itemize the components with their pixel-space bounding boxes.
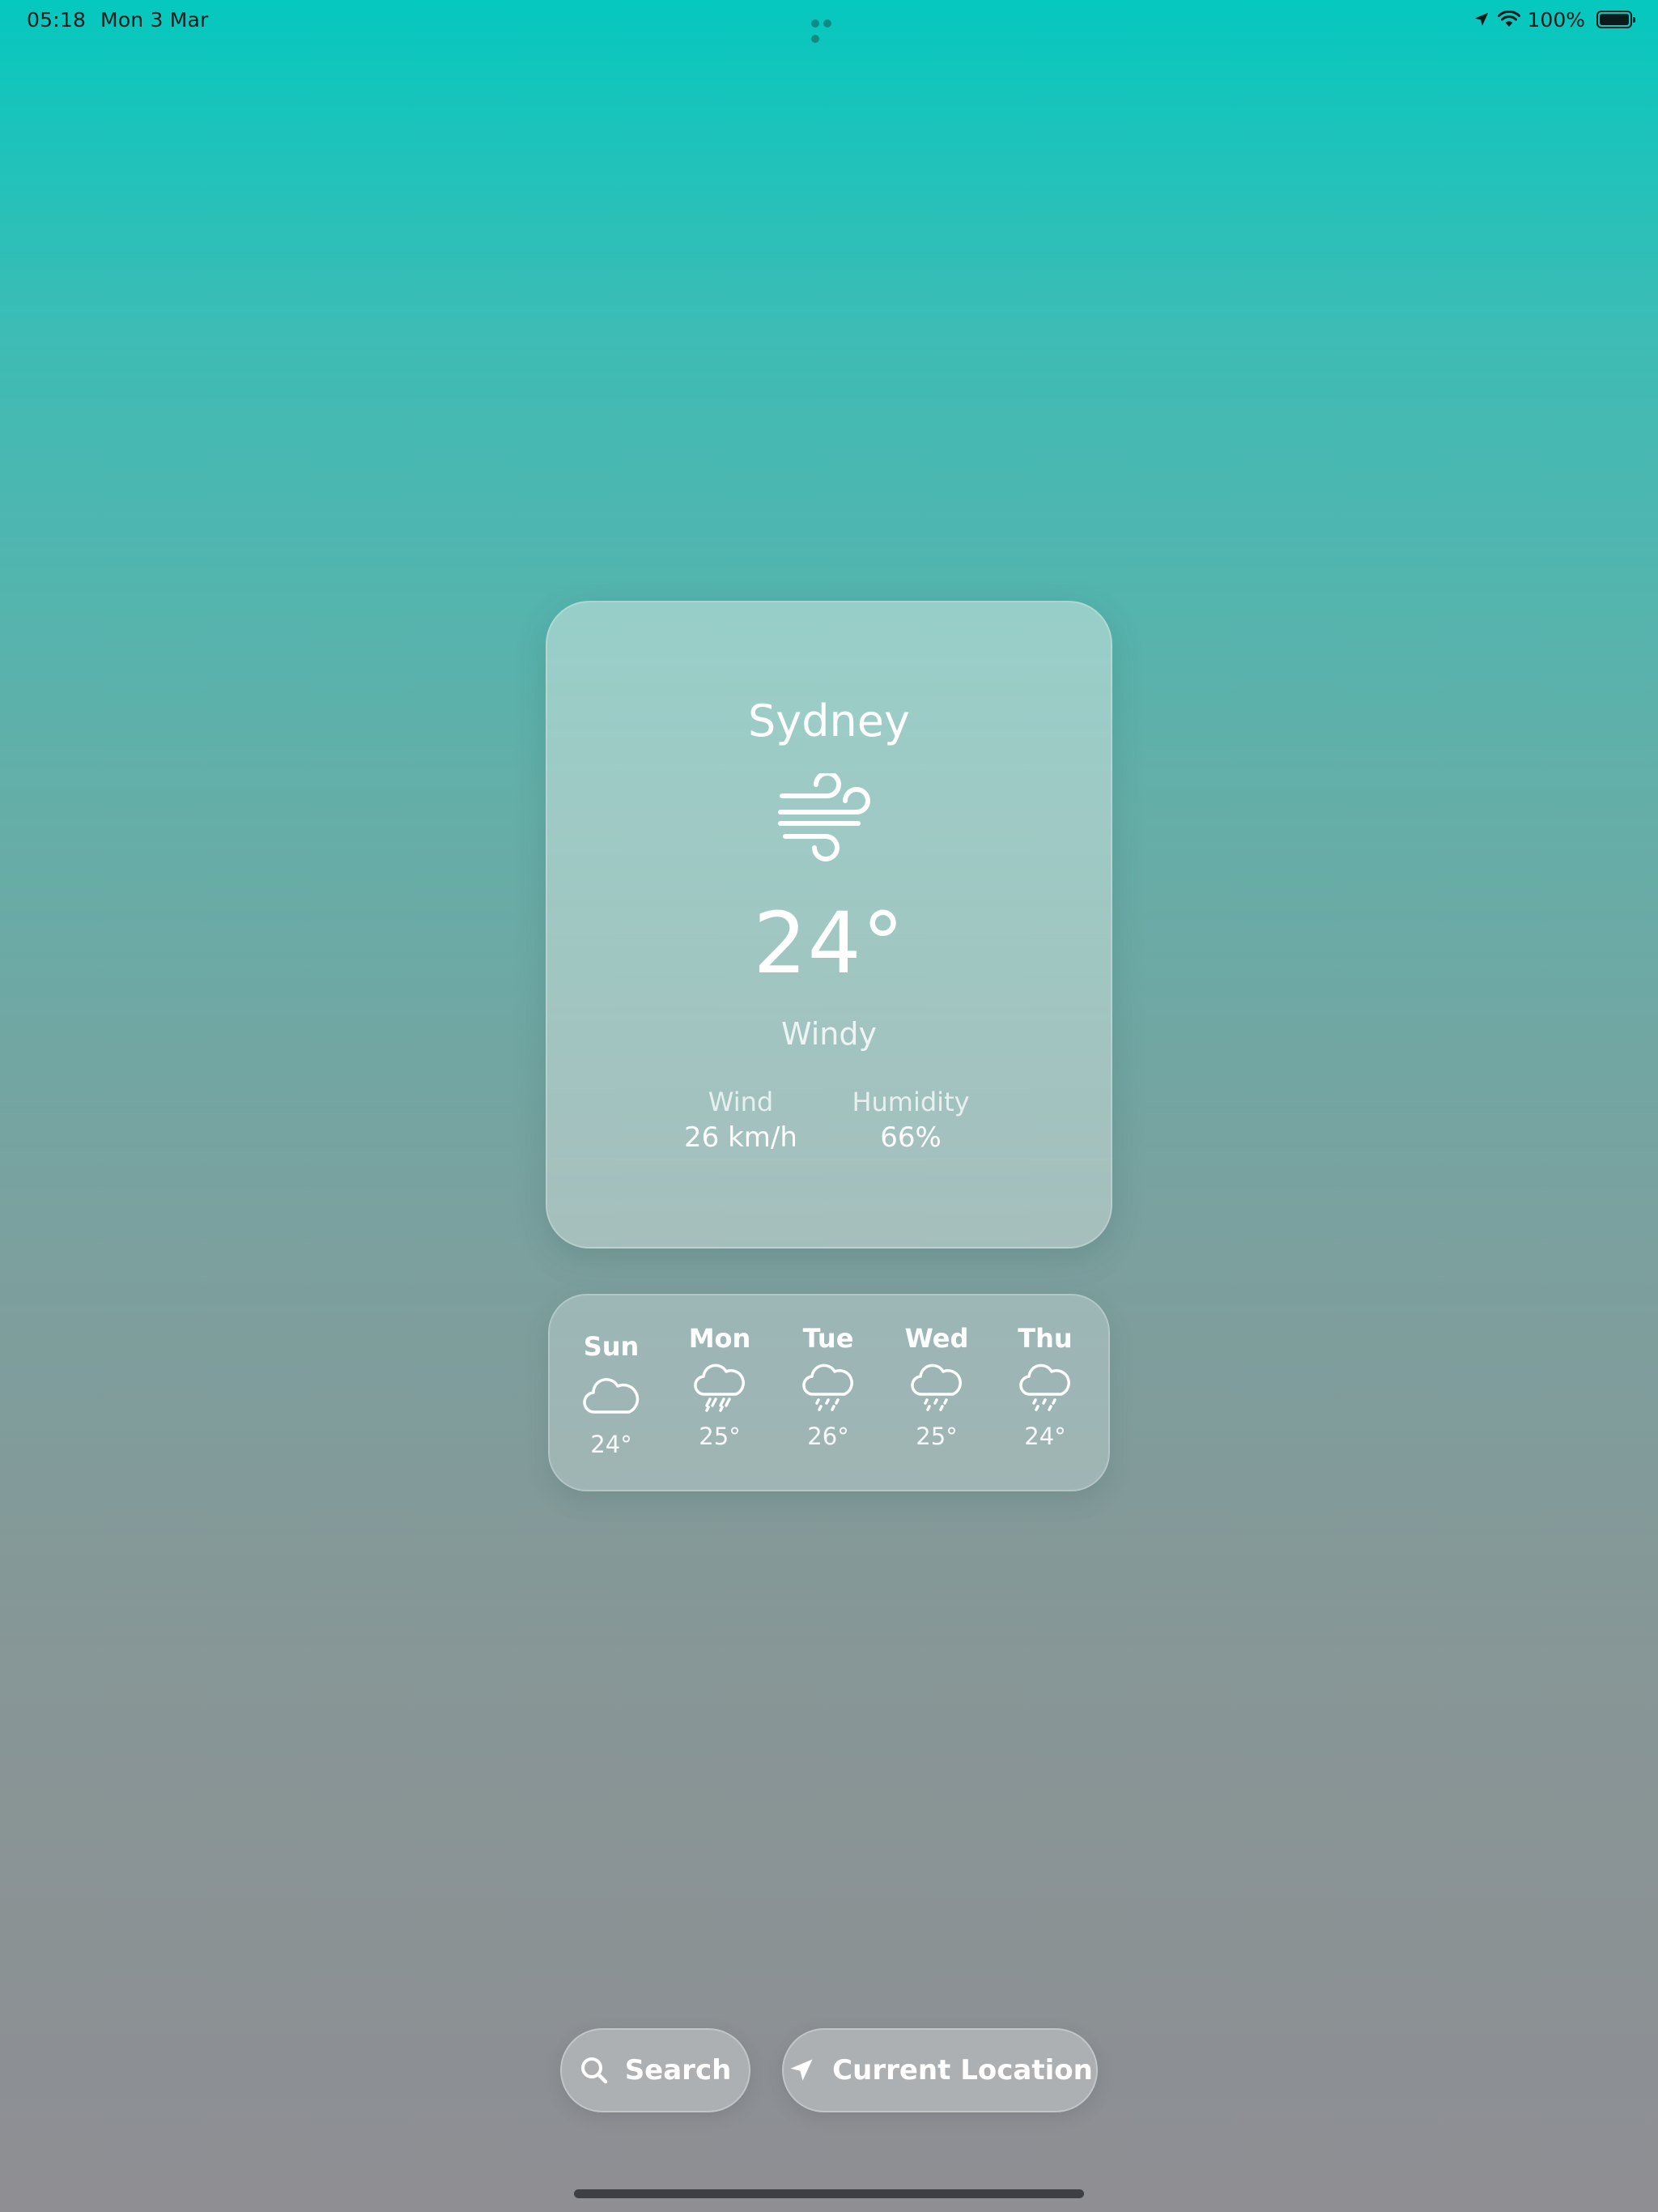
- wind-value: 26 km/h: [684, 1121, 797, 1154]
- current-location-button-label: Current Location: [832, 2054, 1093, 2087]
- humidity-label: Humidity: [852, 1087, 970, 1117]
- wind-icon: [778, 773, 870, 861]
- multitasking-dots[interactable]: [811, 15, 847, 43]
- forecast-temp: 25°: [699, 1423, 741, 1450]
- location-arrow-icon: [790, 2059, 813, 2081]
- cloud-drizzle-icon: [802, 1363, 853, 1411]
- forecast-day-name: Mon: [688, 1323, 751, 1354]
- dot: [811, 19, 819, 28]
- search-button-label: Search: [624, 2054, 732, 2087]
- humidity-value: 66%: [880, 1121, 942, 1154]
- forecast-day: Tue 26°: [780, 1321, 877, 1453]
- dot: [823, 19, 831, 28]
- dot: [811, 35, 819, 43]
- forecast-day: Thu 24°: [997, 1321, 1094, 1453]
- wifi-icon: [1497, 11, 1520, 27]
- forecast-day: Wed 25°: [888, 1321, 985, 1453]
- forecast-temp: 24°: [1024, 1423, 1066, 1450]
- cloud-heavy-rain-icon: [694, 1363, 745, 1412]
- forecast-day-name: Wed: [904, 1323, 969, 1354]
- forecast-day: Sun 24°: [563, 1329, 660, 1461]
- city-name: Sydney: [748, 696, 910, 747]
- status-time-date: 05:18 Mon 3 Mar: [27, 8, 209, 32]
- cloud-icon: [583, 1378, 640, 1414]
- forecast-temp: 25°: [916, 1423, 958, 1450]
- cloud-drizzle-icon: [1019, 1363, 1070, 1411]
- forecast-day-name: Tue: [802, 1323, 854, 1354]
- wind-stat: Wind 26 km/h: [648, 1085, 834, 1156]
- forecast-day-name: Thu: [1018, 1323, 1073, 1354]
- cloud-drizzle-icon: [911, 1363, 962, 1411]
- humidity-stat: Humidity 66%: [818, 1085, 1004, 1156]
- status-indicators: 100%: [1473, 7, 1635, 32]
- current-location-button[interactable]: Current Location: [782, 2028, 1098, 2112]
- battery-icon: [1596, 11, 1635, 28]
- location-arrow-icon: [1474, 12, 1488, 26]
- status-date: Mon 3 Mar: [100, 8, 209, 32]
- status-time: 05:18: [27, 8, 87, 32]
- forecast-day: Mon 25°: [671, 1321, 768, 1453]
- home-indicator[interactable]: [574, 2189, 1084, 2198]
- weather-condition: Windy: [781, 1016, 877, 1052]
- search-button[interactable]: Search: [560, 2028, 750, 2112]
- forecast-temp: 26°: [807, 1423, 849, 1450]
- magnifying-glass-icon: [580, 2057, 607, 2084]
- wind-label: Wind: [708, 1087, 774, 1117]
- battery-percentage: 100%: [1527, 7, 1585, 32]
- current-temperature: 24°: [753, 894, 905, 993]
- status-bar: 05:18 Mon 3 Mar 100%: [0, 0, 1658, 43]
- forecast-temp: 24°: [590, 1431, 632, 1458]
- forecast-day-name: Sun: [583, 1331, 640, 1362]
